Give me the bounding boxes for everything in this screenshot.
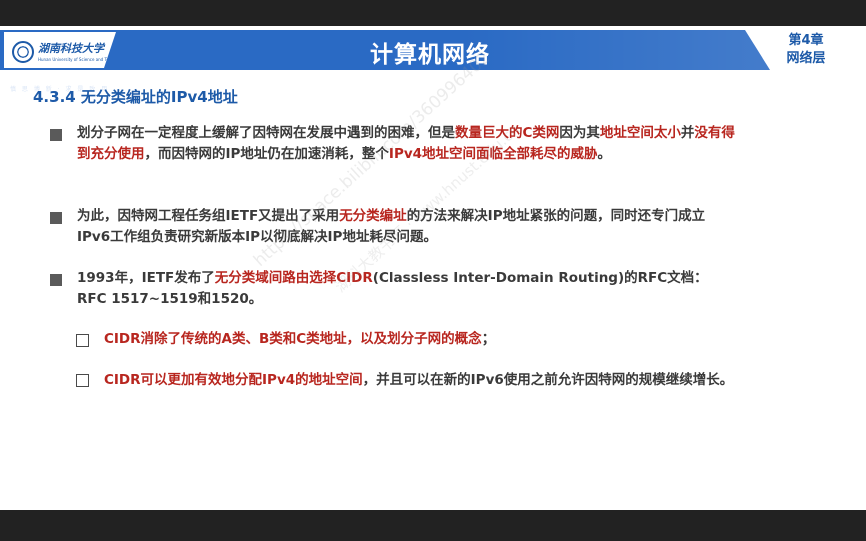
emphasized-text: CIDR可以更加有效地分配IPv4的地址空间	[104, 372, 363, 388]
emphasized-text: 数量巨大的C类网	[455, 125, 560, 141]
checkbox-icon	[76, 334, 89, 347]
course-title: 计算机网络	[370, 42, 490, 68]
chapter-label: 第4章 网络层	[778, 32, 834, 68]
emphasized-text: 地址空间太小	[599, 125, 681, 141]
chapter-number: 第4章	[788, 33, 824, 48]
body-text: ，并且可以在新的IPv6使用之前允许因特网的规模继续增长。	[362, 372, 734, 388]
emphasized-text: CIDR消除了传统的A类、B类和C类地址，以及划分子网的概念	[104, 331, 482, 347]
body-text: ；	[481, 331, 496, 347]
emphasized-text: 无分类编址	[339, 208, 407, 224]
body-text: ，而因特网的IP地址仍在加速消耗，整个	[144, 146, 389, 162]
sub-item-text: CIDR消除了传统的A类、B类和C类地址，以及划分子网的概念；	[104, 329, 734, 350]
body-text: 。	[597, 146, 612, 162]
section-title: 4.3.4 无分类编址的IPv4地址	[33, 88, 238, 106]
emphasized-text: 无分类域间路由选择CIDR	[214, 270, 373, 286]
sub-item-text: CIDR可以更加有效地分配IPv4的地址空间，并且可以在新的IPv6使用之前允许…	[104, 370, 734, 391]
university-emblem-icon	[12, 41, 34, 63]
body-text: 1993年，IETF发布了	[77, 270, 215, 286]
bullet-text: 为此，因特网工程任务组IETF又提出了采用无分类编址的方法来解决IP地址紧张的问…	[77, 206, 737, 248]
emphasized-text: IPv4地址空间面临全部耗尽的威胁	[388, 146, 598, 162]
body-text: 并	[680, 125, 695, 141]
bullet-square-icon	[50, 274, 62, 286]
body-text: 因为其	[559, 125, 600, 141]
bullet-square-icon	[50, 129, 62, 141]
bullet-square-icon	[50, 212, 62, 224]
slide: 湖南科技大学 Hunan University of Science and T…	[0, 26, 866, 510]
bullet-text: 1993年，IETF发布了无分类域间路由选择CIDR(Classless Int…	[77, 268, 737, 310]
checkbox-icon	[76, 374, 89, 387]
bottom-bar	[0, 510, 866, 541]
chapter-name: 网络层	[786, 51, 826, 66]
university-logo: 湖南科技大学 Hunan University of Science and T…	[4, 32, 116, 68]
body-text: 划分子网在一定程度上缓解了因特网在发展中遇到的困难，但是	[77, 125, 455, 141]
logo-name: 湖南科技大学	[38, 42, 104, 55]
body-text: 为此，因特网工程任务组IETF又提出了采用	[77, 208, 340, 224]
bullet-text: 划分子网在一定程度上缓解了因特网在发展中遇到的困难，但是数量巨大的C类网因为其地…	[77, 123, 737, 165]
